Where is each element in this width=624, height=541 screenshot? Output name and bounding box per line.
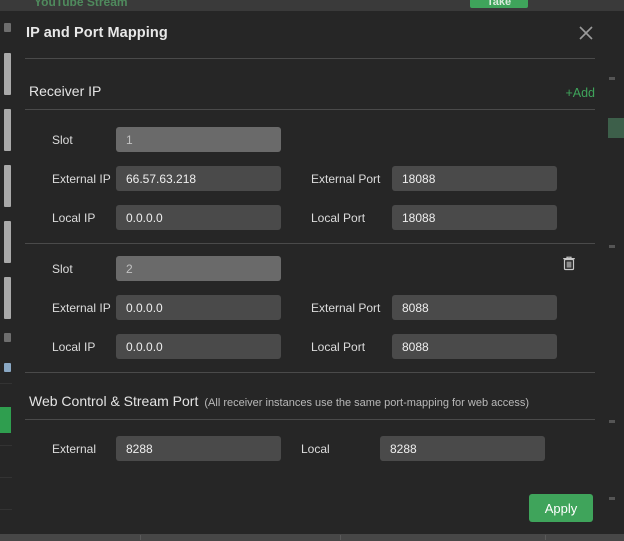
web-local-input[interactable] [380, 436, 545, 461]
sidebar-strip[interactable] [4, 165, 11, 207]
add-receiver-button[interactable]: +Add [565, 86, 595, 100]
background-bottom-bar [0, 534, 624, 541]
local-ip-label: Local IP [52, 211, 96, 225]
close-icon[interactable] [575, 22, 597, 44]
local-ip-input[interactable] [116, 205, 281, 230]
receiver-ip-heading: Receiver IP [29, 83, 102, 99]
slot-input[interactable] [116, 127, 281, 152]
local-port-input[interactable] [392, 334, 557, 359]
sidebar-strip[interactable] [4, 277, 11, 319]
web-control-top-divider [25, 372, 595, 373]
sidebar-strip[interactable] [4, 333, 11, 342]
web-external-input[interactable] [116, 436, 281, 461]
background-right-accent [608, 118, 624, 138]
web-external-label: External [52, 442, 97, 456]
web-control-heading: Web Control & Stream Port (All receiver i… [29, 393, 529, 409]
web-local-label: Local [301, 442, 330, 456]
local-ip-label: Local IP [52, 340, 96, 354]
external-ip-input[interactable] [116, 295, 281, 320]
background-right-panel [608, 11, 624, 541]
right-panel-mark [609, 420, 615, 423]
sidebar-strip[interactable] [4, 23, 11, 32]
sidebar-strip[interactable] [4, 109, 11, 151]
right-panel-mark [609, 497, 615, 500]
trash-icon[interactable] [561, 255, 577, 271]
sidebar-strip[interactable] [4, 53, 11, 95]
external-port-input[interactable] [392, 295, 557, 320]
sidebar-strip-active[interactable] [0, 407, 11, 433]
bottom-bar-tick [140, 535, 141, 540]
local-port-input[interactable] [392, 205, 557, 230]
receiver-section-divider [25, 109, 595, 110]
ip-port-mapping-dialog: IP and Port Mapping Receiver IP +Add Slo… [12, 11, 608, 534]
background-take-button[interactable]: Take [470, 0, 528, 8]
dialog-title: IP and Port Mapping [26, 25, 168, 41]
external-ip-label: External IP [52, 301, 111, 315]
slot-input[interactable] [116, 256, 281, 281]
slot-divider [25, 243, 595, 244]
sidebar-strip[interactable] [4, 221, 11, 263]
slot-label: Slot [52, 133, 73, 147]
apply-button[interactable]: Apply [529, 494, 593, 522]
external-ip-input[interactable] [116, 166, 281, 191]
title-divider [25, 58, 595, 59]
local-port-label: Local Port [311, 340, 366, 354]
external-port-input[interactable] [392, 166, 557, 191]
web-control-note: (All receiver instances use the same por… [204, 397, 530, 409]
external-port-label: External Port [311, 172, 381, 186]
local-ip-input[interactable] [116, 334, 281, 359]
external-port-label: External Port [311, 301, 381, 315]
local-port-label: Local Port [311, 211, 366, 225]
background-tab-label: YouTube Stream [34, 0, 128, 9]
external-ip-label: External IP [52, 172, 111, 186]
bottom-bar-tick [340, 535, 341, 540]
right-panel-mark [609, 77, 615, 80]
sidebar-strip[interactable] [4, 363, 11, 372]
slot-label: Slot [52, 262, 73, 276]
web-control-divider [25, 419, 595, 420]
bottom-bar-tick [545, 535, 546, 540]
web-control-heading-text: Web Control & Stream Port [29, 393, 199, 409]
right-panel-mark [609, 245, 615, 248]
